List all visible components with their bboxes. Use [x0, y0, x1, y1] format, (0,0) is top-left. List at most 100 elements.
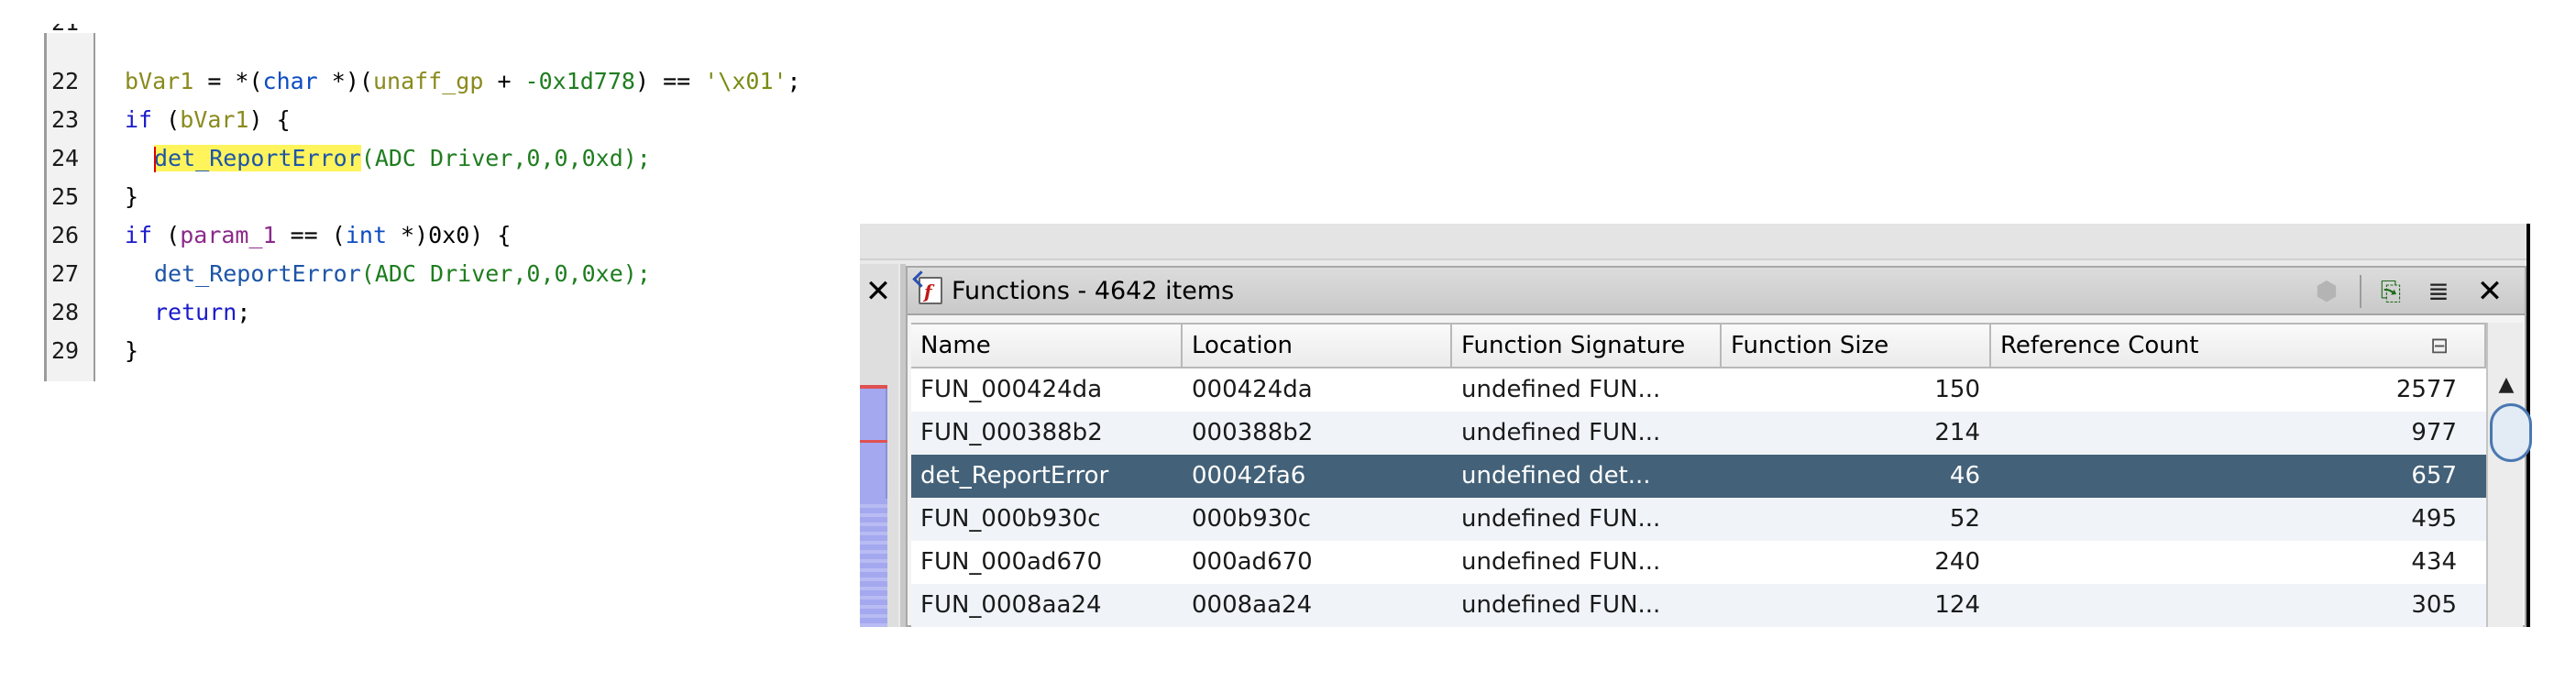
- code-line[interactable]: 28 return;: [44, 293, 906, 332]
- text-caret: [154, 147, 156, 172]
- cell-signature: undefined FUN...: [1461, 419, 1661, 446]
- copy-selection-icon[interactable]: ⎘: [2372, 273, 2409, 310]
- cell-location: 000ad670: [1192, 548, 1313, 576]
- cell-location: 0008aa24: [1192, 591, 1313, 619]
- table-header: Name Location Function Signature Functio…: [911, 323, 2486, 368]
- functions-panel: f Functions - 4642 items ⬢ ⎘ ≣ ✕ Name Lo…: [906, 266, 2532, 627]
- scroll-up-icon[interactable]: ▲: [2493, 372, 2519, 398]
- cell-size: 124: [1934, 591, 1980, 619]
- functions-title: Functions - 4642 items: [952, 277, 1235, 305]
- cell-name: FUN_000ad670: [920, 548, 1103, 576]
- table-row[interactable]: FUN_000424da 000424da undefined FUN... 1…: [911, 368, 2486, 412]
- code-line[interactable]: 25 }: [44, 178, 906, 216]
- line-number: 21: [51, 24, 90, 42]
- overview-band: [860, 499, 887, 627]
- table-row[interactable]: FUN_000388b2 000388b2 undefined FUN... 2…: [911, 412, 2486, 455]
- cell-signature: undefined det...: [1461, 462, 1651, 490]
- variable-token[interactable]: bVar1: [180, 106, 248, 133]
- code-text[interactable]: return;: [154, 293, 250, 332]
- cell-size: 52: [1949, 505, 1980, 533]
- cell-refcount: 305: [2411, 591, 2457, 619]
- cell-size: 214: [1934, 419, 1980, 446]
- parameter-token[interactable]: param_1: [180, 222, 276, 248]
- cell-size: 240: [1934, 548, 1980, 576]
- variable-token[interactable]: bVar1: [125, 68, 193, 94]
- code-token: (: [152, 106, 181, 133]
- cell-refcount: 434: [2411, 548, 2457, 576]
- variable-token[interactable]: unaff_gp: [373, 68, 483, 94]
- cell-signature: undefined FUN...: [1461, 505, 1661, 533]
- code-line[interactable]: 24 det_ReportError(ADC Driver,0,0,0xd);: [44, 139, 906, 178]
- line-number: 22: [51, 68, 80, 94]
- cell-signature: undefined FUN...: [1461, 591, 1661, 619]
- code-token: *)0x0) {: [387, 222, 512, 248]
- code-token: = *(: [193, 68, 263, 94]
- keyword-token: return: [154, 299, 237, 325]
- code-line[interactable]: 21: [44, 24, 906, 42]
- cell-refcount: 657: [2411, 462, 2457, 490]
- cell-location: 000388b2: [1192, 419, 1314, 446]
- code-text[interactable]: if (bVar1) {: [125, 101, 291, 139]
- column-header-location[interactable]: Location: [1183, 324, 1452, 367]
- toolbar-separator: [2360, 275, 2361, 308]
- code-line[interactable]: 26 if (param_1 == (int *)0x0) {: [44, 216, 906, 255]
- cell-size: 46: [1949, 462, 1980, 490]
- cell-name: det_ReportError: [920, 462, 1109, 490]
- type-token[interactable]: int: [346, 222, 387, 248]
- cell-size: 150: [1934, 376, 1980, 403]
- code-text[interactable]: det_ReportError(ADC Driver,0,0,0xd);: [154, 139, 651, 178]
- code-text: }: [125, 183, 139, 210]
- column-options-icon[interactable]: ≣: [2420, 273, 2457, 310]
- code-token: ) ==: [634, 68, 705, 94]
- code-token: (: [152, 222, 181, 248]
- decompiler-code-pane[interactable]: 21 22 bVar1 = *(char *)(unaff_gp + -0x1d…: [0, 0, 917, 385]
- left-panel-close-icon[interactable]: ✕: [860, 273, 897, 310]
- line-number: 29: [51, 337, 80, 364]
- column-header-refcount[interactable]: Reference Count: [1991, 324, 2486, 367]
- code-token: *)(: [317, 68, 373, 94]
- highlighted-function-token[interactable]: det_ReportError: [154, 145, 361, 171]
- line-number: 24: [51, 145, 80, 171]
- window-top-strip: [860, 224, 2526, 260]
- table-row[interactable]: FUN_0008aa24 0008aa24 undefined FUN... 1…: [911, 584, 2486, 627]
- overview-marker: [860, 440, 887, 443]
- functions-table[interactable]: Name Location Function Signature Functio…: [911, 323, 2486, 627]
- functions-titlebar[interactable]: f Functions - 4642 items ⬢ ⎘ ≣ ✕: [908, 268, 2525, 315]
- cell-location: 000b930c: [1192, 505, 1312, 533]
- vertical-scrollbar[interactable]: ▲: [2486, 323, 2532, 627]
- table-header-menu-icon[interactable]: ⊟: [2426, 332, 2453, 359]
- code-line[interactable]: 22 bVar1 = *(char *)(unaff_gp + -0x1d778…: [44, 62, 906, 101]
- functions-window-container: ✕ f Functions - 4642 items ⬢ ⎘ ≣ ✕ Name …: [860, 224, 2532, 627]
- code-text[interactable]: det_ReportError(ADC Driver,0,0,0xe);: [154, 255, 651, 293]
- line-number: 28: [51, 299, 80, 325]
- string-token[interactable]: '\x01': [704, 68, 787, 94]
- cell-name: FUN_000388b2: [920, 419, 1103, 446]
- code-text[interactable]: bVar1 = *(char *)(unaff_gp + -0x1d778) =…: [125, 62, 801, 101]
- code-text[interactable]: if (param_1 == (int *)0x0) {: [125, 216, 511, 255]
- table-row[interactable]: FUN_000ad670 000ad670 undefined FUN... 2…: [911, 541, 2486, 584]
- code-text: }: [125, 337, 139, 364]
- number-token[interactable]: -0x1d778: [525, 68, 635, 94]
- close-icon[interactable]: ✕: [2471, 273, 2508, 310]
- cell-signature: undefined FUN...: [1461, 376, 1661, 403]
- code-line[interactable]: 27 det_ReportError(ADC Driver,0,0,0xe);: [44, 255, 906, 293]
- table-row-selected[interactable]: det_ReportError 00042fa6 undefined det..…: [911, 455, 2486, 498]
- column-header-signature[interactable]: Function Signature: [1452, 324, 1722, 367]
- keyword-token: if: [125, 106, 153, 133]
- cell-location: 000424da: [1192, 376, 1313, 403]
- scroll-thumb[interactable]: [2490, 403, 2532, 462]
- line-number: 23: [51, 106, 80, 133]
- filter-disabled-icon[interactable]: ⬢: [2308, 273, 2345, 310]
- column-header-size[interactable]: Function Size: [1722, 324, 1991, 367]
- type-token[interactable]: char: [263, 68, 318, 94]
- overview-marker: [860, 385, 887, 389]
- code-token: (ADC Driver,0,0,0xe);: [360, 260, 651, 287]
- code-token: +: [483, 68, 525, 94]
- cell-location: 00042fa6: [1192, 462, 1306, 490]
- table-row[interactable]: FUN_000b930c 000b930c undefined FUN... 5…: [911, 498, 2486, 541]
- column-header-name[interactable]: Name: [911, 324, 1183, 367]
- code-token: == (: [276, 222, 346, 248]
- code-line[interactable]: 29 }: [44, 332, 906, 370]
- function-token[interactable]: det_ReportError: [154, 260, 361, 287]
- code-line[interactable]: 23 if (bVar1) {: [44, 101, 906, 139]
